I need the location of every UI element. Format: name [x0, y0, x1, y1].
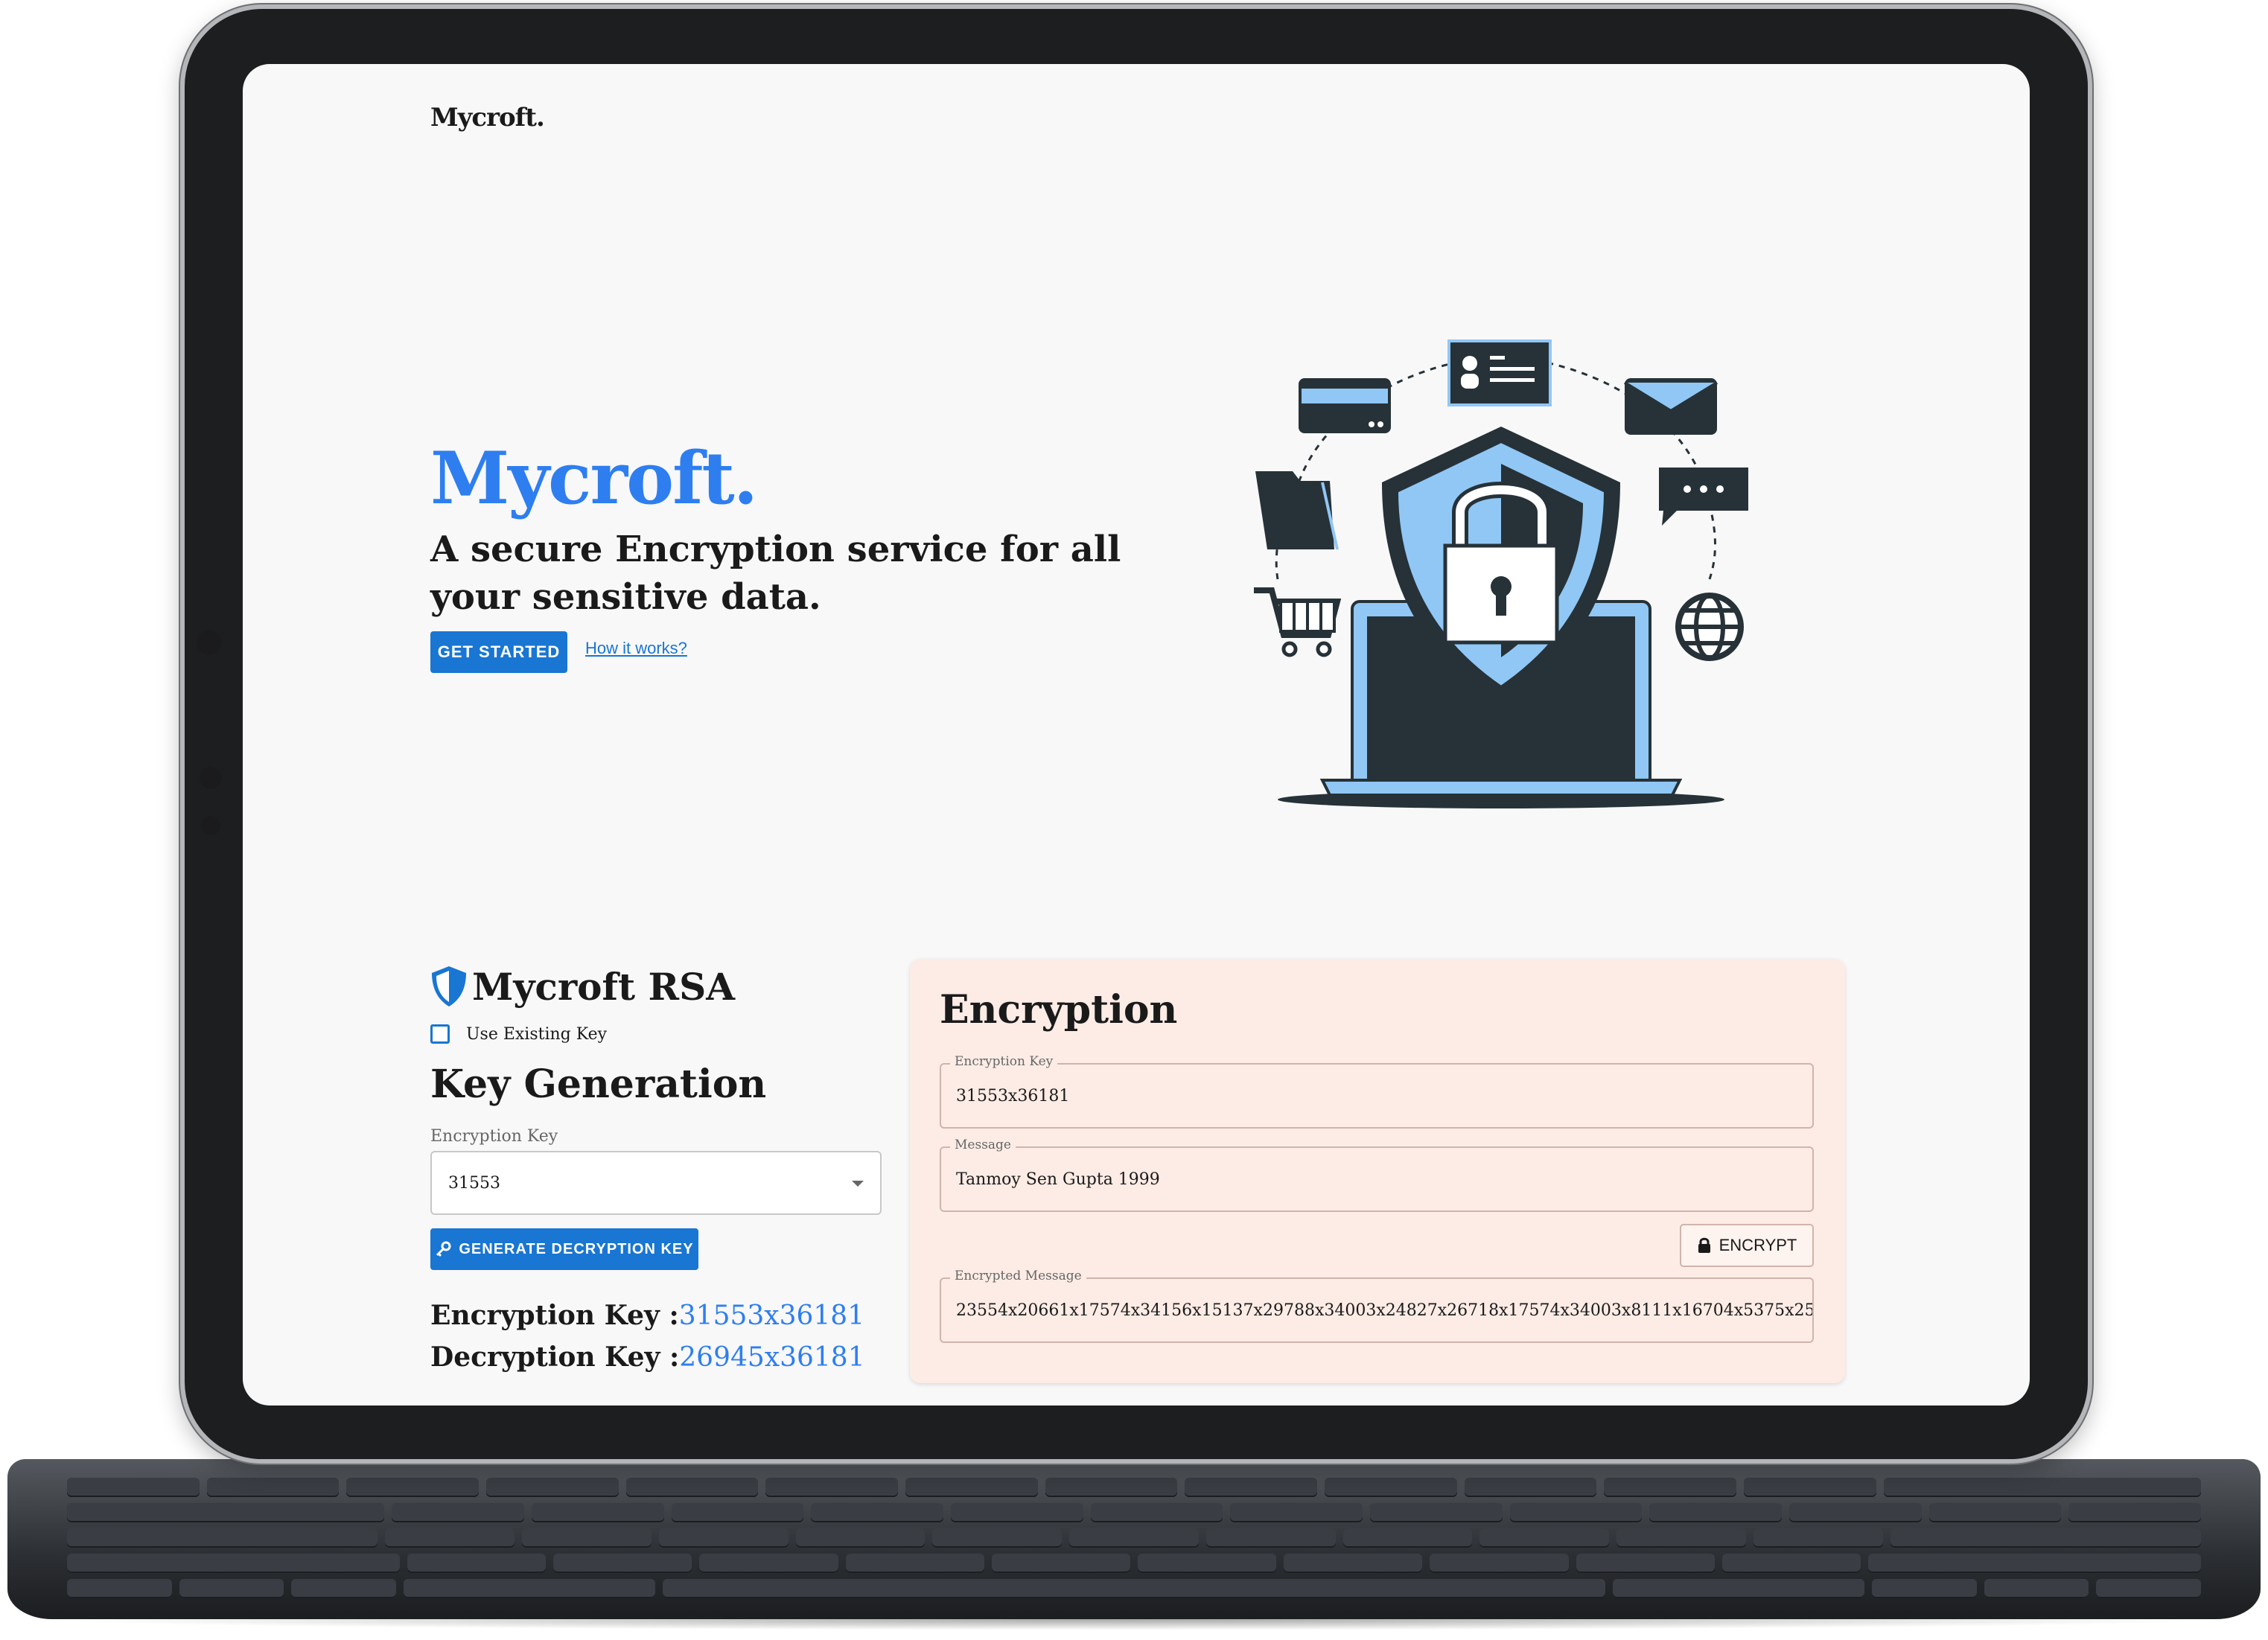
encryption-key-field-value: 31553x36181 — [956, 1086, 1070, 1105]
encryption-key-display: Encryption Key :31553x36181 — [430, 1300, 864, 1331]
encrypted-message-field[interactable]: 23554x20661x17574x34156x15137x29788x3400… — [940, 1277, 1814, 1343]
hero-title: Mycroft. — [430, 436, 758, 520]
encryption-key-field[interactable]: 31553x36181 — [940, 1063, 1814, 1129]
chevron-down-icon — [852, 1181, 864, 1187]
encryption-key-display-label: Encryption Key : — [430, 1300, 679, 1331]
decryption-key-display-value: 26945x36181 — [679, 1342, 865, 1373]
rsa-heading: Mycroft RSA — [472, 965, 736, 1009]
decryption-key-display: Decryption Key :26945x36181 — [430, 1341, 865, 1373]
encryption-key-select-value: 31553 — [448, 1173, 500, 1193]
shield-icon — [432, 966, 466, 1006]
get-started-label: GET STARTED — [437, 642, 561, 661]
encrypt-button[interactable]: ENCRYPT — [1680, 1224, 1814, 1267]
use-existing-key-label: Use Existing Key — [466, 1024, 608, 1044]
key-icon — [436, 1241, 451, 1257]
message-field-value: Tanmoy Sen Gupta 1999 — [956, 1170, 1160, 1189]
camera-dot — [201, 816, 220, 835]
encryption-key-select[interactable]: 31553 — [430, 1151, 882, 1215]
use-existing-key-checkbox[interactable] — [430, 1024, 450, 1044]
encrypted-message-field-label: Encrypted Message — [950, 1269, 1086, 1283]
key-generation-title: Key Generation — [430, 1062, 767, 1107]
message-field[interactable]: Tanmoy Sen Gupta 1999 — [940, 1146, 1814, 1212]
use-existing-key-option[interactable]: Use Existing Key — [430, 1024, 607, 1044]
encryption-card: Encryption 31553x36181 Encryption Key Ta… — [910, 959, 1845, 1383]
generate-decryption-key-button[interactable]: GENERATE DECRYPTION KEY — [430, 1228, 698, 1270]
encryption-key-display-value: 31553x36181 — [678, 1301, 865, 1331]
lock-icon — [1698, 1237, 1710, 1253]
encrypted-message-field-value: 23554x20661x17574x34156x15137x29788x3400… — [956, 1301, 1814, 1320]
security-illustration — [1254, 339, 1748, 808]
generate-decryption-key-label: GENERATE DECRYPTION KEY — [459, 1240, 694, 1257]
app-screen: Mycroft. Mycroft. A secure Encryption se… — [243, 64, 2030, 1406]
decryption-key-display-label: Decryption Key : — [430, 1341, 680, 1373]
encrypt-button-label: ENCRYPT — [1718, 1236, 1797, 1254]
encryption-title: Encryption — [940, 987, 1178, 1033]
message-field-label: Message — [950, 1138, 1016, 1152]
encryption-key-field-label: Encryption Key — [950, 1054, 1058, 1069]
camera-dot — [200, 767, 222, 789]
camera-dot — [197, 630, 222, 655]
get-started-button[interactable]: GET STARTED — [430, 631, 567, 673]
how-it-works-link[interactable]: How it works? — [585, 639, 687, 658]
keyboard-keys — [67, 1478, 2202, 1598]
navbar-logo[interactable]: Mycroft. — [430, 103, 545, 133]
hero-subtitle: A secure Encryption service for all your… — [430, 529, 1121, 618]
encryption-key-select-label: Encryption Key — [430, 1127, 558, 1146]
